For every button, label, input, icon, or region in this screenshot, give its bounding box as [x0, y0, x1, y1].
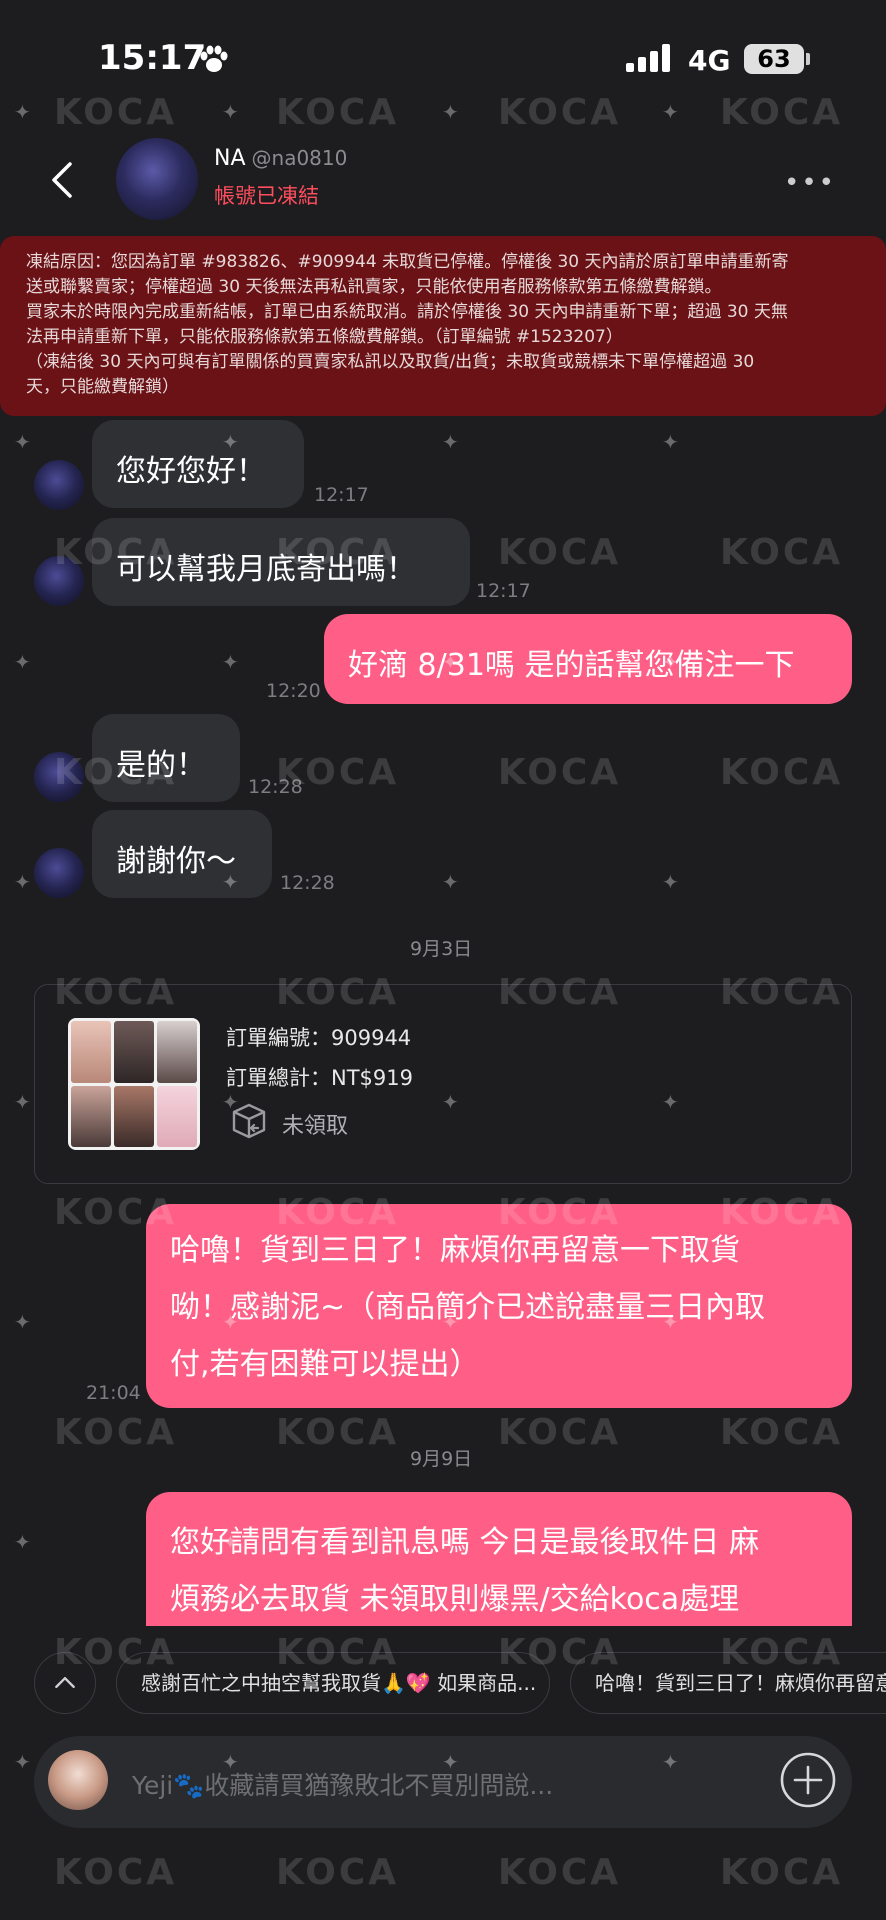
sparkle-icon: ✦	[14, 870, 31, 894]
sparkle-icon: ✦	[14, 650, 31, 674]
message-text: 謝謝你～	[116, 844, 236, 879]
chevron-up-icon[interactable]	[34, 1652, 96, 1714]
date-separator: 9月9日	[410, 1448, 473, 1470]
account-status: 帳號已凍結	[214, 184, 319, 208]
sparkle-icon: ✦	[662, 430, 679, 454]
sparkle-icon: ✦	[222, 650, 239, 674]
message-bubble-outgoing[interactable]: 哈嚕！貨到三日了！麻煩你再留意一下取貨 呦！感謝泥~（商品簡介已述說盡量三日內取…	[146, 1204, 852, 1408]
message-time: 21:04	[86, 1382, 141, 1404]
banner-line: 天，只能繳費解鎖）	[26, 377, 179, 397]
sparkle-icon: ✦	[14, 1310, 31, 1334]
watermark-text: KOCA	[720, 92, 844, 133]
battery-cap	[806, 53, 810, 65]
watermark-text: KOCA	[498, 752, 622, 793]
message-bubble-incoming[interactable]: 謝謝你～	[92, 810, 272, 898]
order-total: 訂單總計：NT$919	[226, 1066, 413, 1090]
signal-icon	[626, 44, 674, 72]
battery-icon: 63	[744, 44, 804, 74]
message-text-line: 呦！感謝泥~（商品簡介已述說盡量三日內取	[170, 1290, 766, 1325]
sparkle-icon: ✦	[14, 1090, 31, 1114]
contact-name-row[interactable]: NA @na0810	[214, 146, 347, 171]
watermark-text: KOCA	[498, 532, 622, 573]
watermark-text: KOCA	[720, 532, 844, 573]
order-product-thumbnail[interactable]	[68, 1018, 200, 1150]
message-time: 12:20	[266, 680, 321, 702]
package-return-icon	[232, 1103, 266, 1139]
banner-line: 買家未於時限內完成重新結帳，訂單已由系統取消。請於停權後 30 天內申請重新下單…	[26, 302, 788, 322]
message-time: 12:17	[314, 484, 369, 506]
contact-name: NA	[214, 146, 246, 171]
freeze-notice-banner: 凍結原因：您因為訂單 #983826、#909944 未取貨已停權。停權後 30…	[0, 236, 886, 416]
message-text-line: 您好請問有看到訊息嗎 今日是最後取件日 麻	[170, 1525, 760, 1560]
message-text: 好滴 8/31嗎 是的話幫您備注一下	[348, 648, 795, 683]
sender-avatar[interactable]	[34, 556, 84, 606]
banner-line: 法再申請重新下單，只能依服務條款第五條繳費解鎖。（訂單編號 #1523207）	[26, 327, 623, 347]
message-text-line: 付,若有困難可以提出）	[170, 1347, 480, 1382]
sparkle-icon: ✦	[442, 870, 459, 894]
sender-avatar[interactable]	[34, 460, 84, 510]
sender-avatar[interactable]	[34, 848, 84, 898]
contact-avatar[interactable]	[116, 138, 198, 220]
message-text-line: 煩務必去取貨 未領取則爆黑/交給koca處理	[170, 1582, 740, 1617]
status-time: 15:17	[98, 38, 207, 78]
watermark-text: KOCA	[498, 92, 622, 133]
date-separator: 9月3日	[410, 938, 473, 960]
sparkle-icon: ✦	[14, 100, 31, 124]
message-text-line: 哈嚕！貨到三日了！麻煩你再留意一下取貨	[170, 1233, 740, 1268]
watermark-text: KOCA	[54, 1852, 178, 1893]
message-bubble-incoming[interactable]: 是的！	[92, 714, 240, 802]
message-bubble-outgoing[interactable]: 好滴 8/31嗎 是的話幫您備注一下	[324, 614, 852, 704]
my-avatar[interactable]	[48, 1750, 108, 1810]
message-time: 12:28	[248, 776, 303, 798]
order-status: 未領取	[282, 1114, 349, 1139]
add-icon[interactable]	[778, 1750, 838, 1810]
quick-reply-chip[interactable]: 哈嚕！貨到三日了！麻煩你再留意	[570, 1652, 886, 1714]
paw-icon	[200, 45, 228, 72]
sparkle-icon: ✦	[662, 100, 679, 124]
watermark-text: KOCA	[498, 1852, 622, 1893]
sender-avatar[interactable]	[34, 752, 84, 802]
message-time: 12:28	[280, 872, 335, 894]
watermark-text: KOCA	[720, 1412, 844, 1453]
sparkle-icon: ✦	[14, 1530, 31, 1554]
watermark-text: KOCA	[276, 92, 400, 133]
banner-line: 凍結原因：您因為訂單 #983826、#909944 未取貨已停權。停權後 30…	[26, 252, 789, 272]
back-icon[interactable]	[44, 160, 84, 200]
message-input[interactable]: Yeji🐾收藏請買猶豫敗北不買別問說...	[132, 1766, 553, 1802]
message-text: 是的！	[116, 748, 206, 783]
watermark-text: KOCA	[276, 1852, 400, 1893]
sparkle-icon: ✦	[442, 430, 459, 454]
sparkle-icon: ✦	[662, 870, 679, 894]
watermark-text: KOCA	[54, 1412, 178, 1453]
watermark-text: KOCA	[720, 1852, 844, 1893]
message-bubble-incoming[interactable]: 可以幫我月底寄出嗎！	[92, 518, 470, 606]
message-text: 可以幫我月底寄出嗎！	[116, 552, 416, 587]
watermark-text: KOCA	[720, 752, 844, 793]
message-text: 您好您好！	[116, 454, 266, 489]
order-number: 訂單編號：909944	[226, 1026, 412, 1050]
sparkle-icon: ✦	[222, 100, 239, 124]
more-options-icon[interactable]: •••	[784, 168, 836, 198]
banner-line: 送或聯繫賣家；停權超過 30 天後無法再私訊賣家，只能依使用者服務條款第五條繳費…	[26, 277, 722, 297]
sparkle-icon: ✦	[14, 1750, 31, 1774]
sparkle-icon: ✦	[442, 100, 459, 124]
watermark-text: KOCA	[498, 1412, 622, 1453]
contact-handle: @na0810	[251, 146, 348, 170]
banner-line: （凍結後 30 天內可與有訂單關係的買賣家私訊以及取貨/出貨；未取貨或競標未下單…	[26, 352, 755, 372]
sparkle-icon: ✦	[14, 430, 31, 454]
network-type: 4G	[688, 44, 731, 77]
watermark-text: KOCA	[54, 92, 178, 133]
quick-reply-chip[interactable]: 感謝百忙之中抽空幫我取貨🙏💖 如果商品...	[116, 1652, 550, 1714]
message-bubble-incoming[interactable]: 您好您好！	[92, 420, 304, 508]
message-time: 12:17	[476, 580, 531, 602]
watermark-text: KOCA	[276, 1412, 400, 1453]
message-bubble-outgoing[interactable]: 您好請問有看到訊息嗎 今日是最後取件日 麻 煩務必去取貨 未領取則爆黑/交給ko…	[146, 1492, 852, 1626]
